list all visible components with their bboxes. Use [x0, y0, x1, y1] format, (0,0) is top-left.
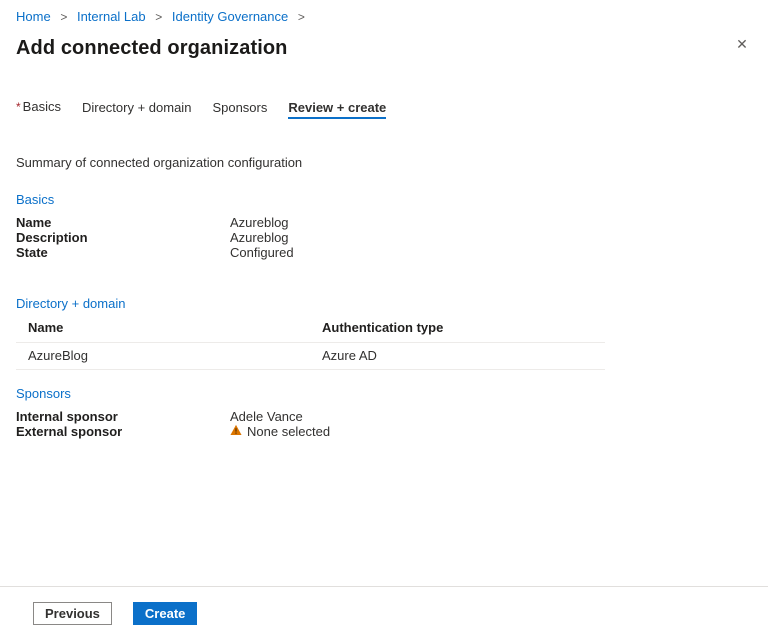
cell-name: AzureBlog	[16, 342, 310, 369]
tab-sponsors-label: Sponsors	[212, 100, 267, 115]
tab-directory-domain[interactable]: Directory + domain	[82, 100, 191, 119]
field-label: Internal sponsor	[16, 409, 230, 424]
field-value: Adele Vance	[230, 409, 303, 424]
breadcrumb-link-home[interactable]: Home	[16, 9, 51, 24]
field-value: Configured	[230, 245, 294, 260]
create-button[interactable]: Create	[133, 602, 197, 625]
field-label: Description	[16, 230, 230, 245]
close-icon: ✕	[736, 36, 748, 52]
field-label: State	[16, 245, 230, 260]
field-label: External sponsor	[16, 424, 230, 439]
tab-basics-label: Basics	[23, 99, 61, 114]
breadcrumb-link-identity-governance[interactable]: Identity Governance	[172, 9, 288, 24]
tab-basics[interactable]: *Basics	[16, 99, 61, 119]
field-value: Azureblog	[230, 230, 289, 245]
footer-bar: Previous Create	[0, 586, 768, 640]
breadcrumb: Home > Internal Lab > Identity Governanc…	[16, 9, 752, 25]
cell-authentication-type: Azure AD	[310, 342, 605, 369]
column-header-authentication-type: Authentication type	[310, 314, 605, 342]
field-row-description: Description Azureblog	[16, 230, 752, 245]
section-link-basics[interactable]: Basics	[16, 193, 54, 207]
field-row-internal-sponsor: Internal sponsor Adele Vance	[16, 409, 752, 424]
close-button[interactable]: ✕	[732, 34, 752, 54]
breadcrumb-separator: >	[298, 10, 305, 24]
table-row: AzureBlog Azure AD	[16, 342, 605, 369]
tab-bar: *Basics Directory + domain Sponsors Revi…	[16, 99, 752, 119]
add-connected-organization-panel: Home > Internal Lab > Identity Governanc…	[0, 0, 768, 640]
field-value: Azureblog	[230, 215, 289, 230]
basics-fields: Name Azureblog Description Azureblog Sta…	[16, 215, 752, 260]
field-label: Name	[16, 215, 230, 230]
field-row-external-sponsor: External sponsor None selected	[16, 424, 752, 439]
directory-table: Name Authentication type AzureBlog Azure…	[16, 314, 605, 370]
summary-text: Summary of connected organization config…	[16, 155, 752, 170]
field-row-state: State Configured	[16, 245, 752, 260]
tab-sponsors[interactable]: Sponsors	[212, 100, 267, 119]
page-title: Add connected organization	[16, 37, 288, 59]
field-value: None selected	[247, 424, 330, 439]
tab-review-create[interactable]: Review + create	[288, 100, 386, 119]
tab-directory-domain-label: Directory + domain	[82, 100, 191, 115]
section-link-directory-domain[interactable]: Directory + domain	[16, 297, 125, 311]
sponsors-fields: Internal sponsor Adele Vance External sp…	[16, 409, 752, 439]
column-header-name: Name	[16, 314, 310, 342]
tab-review-create-label: Review + create	[288, 100, 386, 115]
previous-button[interactable]: Previous	[33, 602, 112, 625]
field-row-name: Name Azureblog	[16, 215, 752, 230]
required-asterisk: *	[16, 100, 21, 114]
warning-icon	[230, 424, 242, 439]
table-header-row: Name Authentication type	[16, 314, 605, 342]
breadcrumb-separator: >	[155, 10, 162, 24]
section-link-sponsors[interactable]: Sponsors	[16, 387, 71, 401]
breadcrumb-separator: >	[60, 10, 67, 24]
breadcrumb-link-internal-lab[interactable]: Internal Lab	[77, 9, 146, 24]
